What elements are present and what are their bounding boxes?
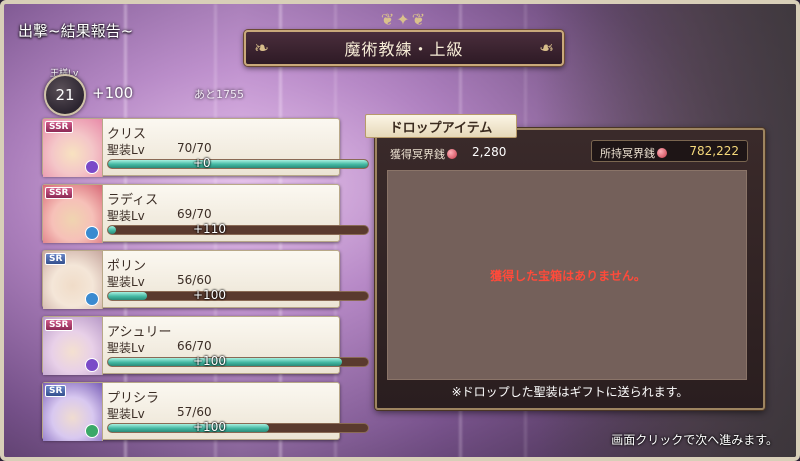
character-exp-gain: +110 (193, 222, 226, 236)
character-card: SSR アシュリー 聖装Lv 66/70 +100 (42, 316, 369, 375)
owned-currency-value: 782,222 (689, 144, 739, 158)
element-icon (85, 424, 99, 438)
drop-empty-message: 獲得した宝箱はありません。 (490, 269, 646, 283)
ornament-left-icon: ❧ (254, 38, 270, 59)
character-level-label: 聖装Lv (107, 407, 145, 421)
character-card: SR ポリン 聖装Lv 56/60 +100 (42, 250, 369, 309)
character-exp-bar (107, 159, 369, 169)
drop-tab-label: ドロップアイテム (389, 120, 493, 136)
character-exp-bar-fill (108, 226, 116, 234)
character-name: プリシラ (107, 391, 160, 406)
continue-hint: 画面クリックで次へ進みます。 (611, 433, 778, 447)
character-level-label: 聖装Lv (107, 275, 145, 289)
player-exp-gain: +100 (92, 84, 134, 102)
character-exp-bar (107, 423, 369, 433)
character-level-row: 聖装Lv 56/60 (107, 273, 212, 290)
character-level-row: 聖装Lv 70/70 (107, 141, 212, 158)
character-exp-gain: +100 (193, 420, 226, 434)
banner-crest-icon: ❦✦❦ (380, 10, 428, 29)
stage-banner: ❧ 魔術教練・上級 ❧ (244, 30, 564, 66)
screen-title: 出撃~結果報告~ (18, 22, 134, 40)
drop-items-tab: ドロップアイテム (365, 114, 517, 138)
character-name: アシュリー (107, 325, 172, 340)
character-portrait: SR (43, 251, 103, 309)
owned-currency-label: 所持冥界銭 (600, 145, 667, 161)
character-level-value: 57/60 (177, 405, 212, 419)
character-level-row: 聖装Lv 66/70 (107, 339, 212, 356)
character-level-label: 聖装Lv (107, 143, 145, 157)
character-name: ラディス (107, 193, 159, 208)
character-exp-bar (107, 357, 369, 367)
rarity-badge: SSR (45, 187, 73, 199)
character-level-row: 聖装Lv 69/70 (107, 207, 212, 224)
result-screen[interactable]: 出撃~結果報告~ ❦✦❦ ❧ 魔術教練・上級 ❧ 王様Lv 21 +100 あと… (0, 0, 800, 461)
player-level-badge: 21 (44, 74, 86, 116)
ornament-right-icon: ❧ (538, 38, 554, 59)
character-card: SSR ラディス 聖装Lv 69/70 +110 (42, 184, 369, 243)
player-level: 21 (55, 86, 75, 104)
character-portrait: SSR (43, 119, 103, 177)
owned-currency-box: 所持冥界銭 782,222 (591, 140, 748, 162)
character-exp-bar-fill (108, 292, 147, 300)
character-portrait: SSR (43, 317, 103, 375)
earned-currency-value: 2,280 (472, 145, 507, 159)
coin-icon (447, 149, 457, 159)
character-exp-gain: +100 (193, 288, 226, 302)
character-level-value: 66/70 (177, 339, 212, 353)
element-icon (85, 292, 99, 306)
character-portrait: SR (43, 383, 103, 441)
character-exp-bar-fill (108, 160, 368, 168)
character-portrait: SSR (43, 185, 103, 243)
rarity-badge: SSR (45, 121, 73, 133)
character-level-label: 聖装Lv (107, 209, 145, 223)
rarity-badge: SSR (45, 319, 73, 331)
drop-note: ※ドロップした聖装はギフトに送られます。 (451, 385, 689, 399)
character-exp-gain: +100 (193, 354, 226, 368)
rarity-badge: SR (45, 253, 67, 265)
drop-list-area: 獲得した宝箱はありません。 (387, 170, 747, 380)
stage-name: 魔術教練・上級 (344, 40, 464, 59)
character-exp-gain: +0 (193, 156, 211, 170)
character-name: クリス (107, 127, 147, 142)
element-icon (85, 226, 99, 240)
element-icon (85, 160, 99, 174)
character-exp-bar (107, 291, 369, 301)
character-level-label: 聖装Lv (107, 341, 145, 355)
character-card: SR プリシラ 聖装Lv 57/60 +100 (42, 382, 369, 441)
character-card: SSR クリス 聖装Lv 70/70 +0 (42, 118, 369, 177)
rarity-badge: SR (45, 385, 67, 397)
character-exp-bar-fill (108, 424, 270, 432)
character-exp-bar (107, 225, 369, 235)
character-level-value: 70/70 (177, 141, 212, 155)
character-name: ポリン (107, 259, 147, 274)
earned-currency-label: 獲得冥界銭 (390, 146, 457, 162)
character-level-value: 56/60 (177, 273, 212, 287)
coin-icon (657, 148, 667, 158)
element-icon (85, 358, 99, 372)
character-level-value: 69/70 (177, 207, 212, 221)
player-exp-remaining: あと1755 (194, 88, 244, 101)
character-level-row: 聖装Lv 57/60 (107, 405, 212, 422)
